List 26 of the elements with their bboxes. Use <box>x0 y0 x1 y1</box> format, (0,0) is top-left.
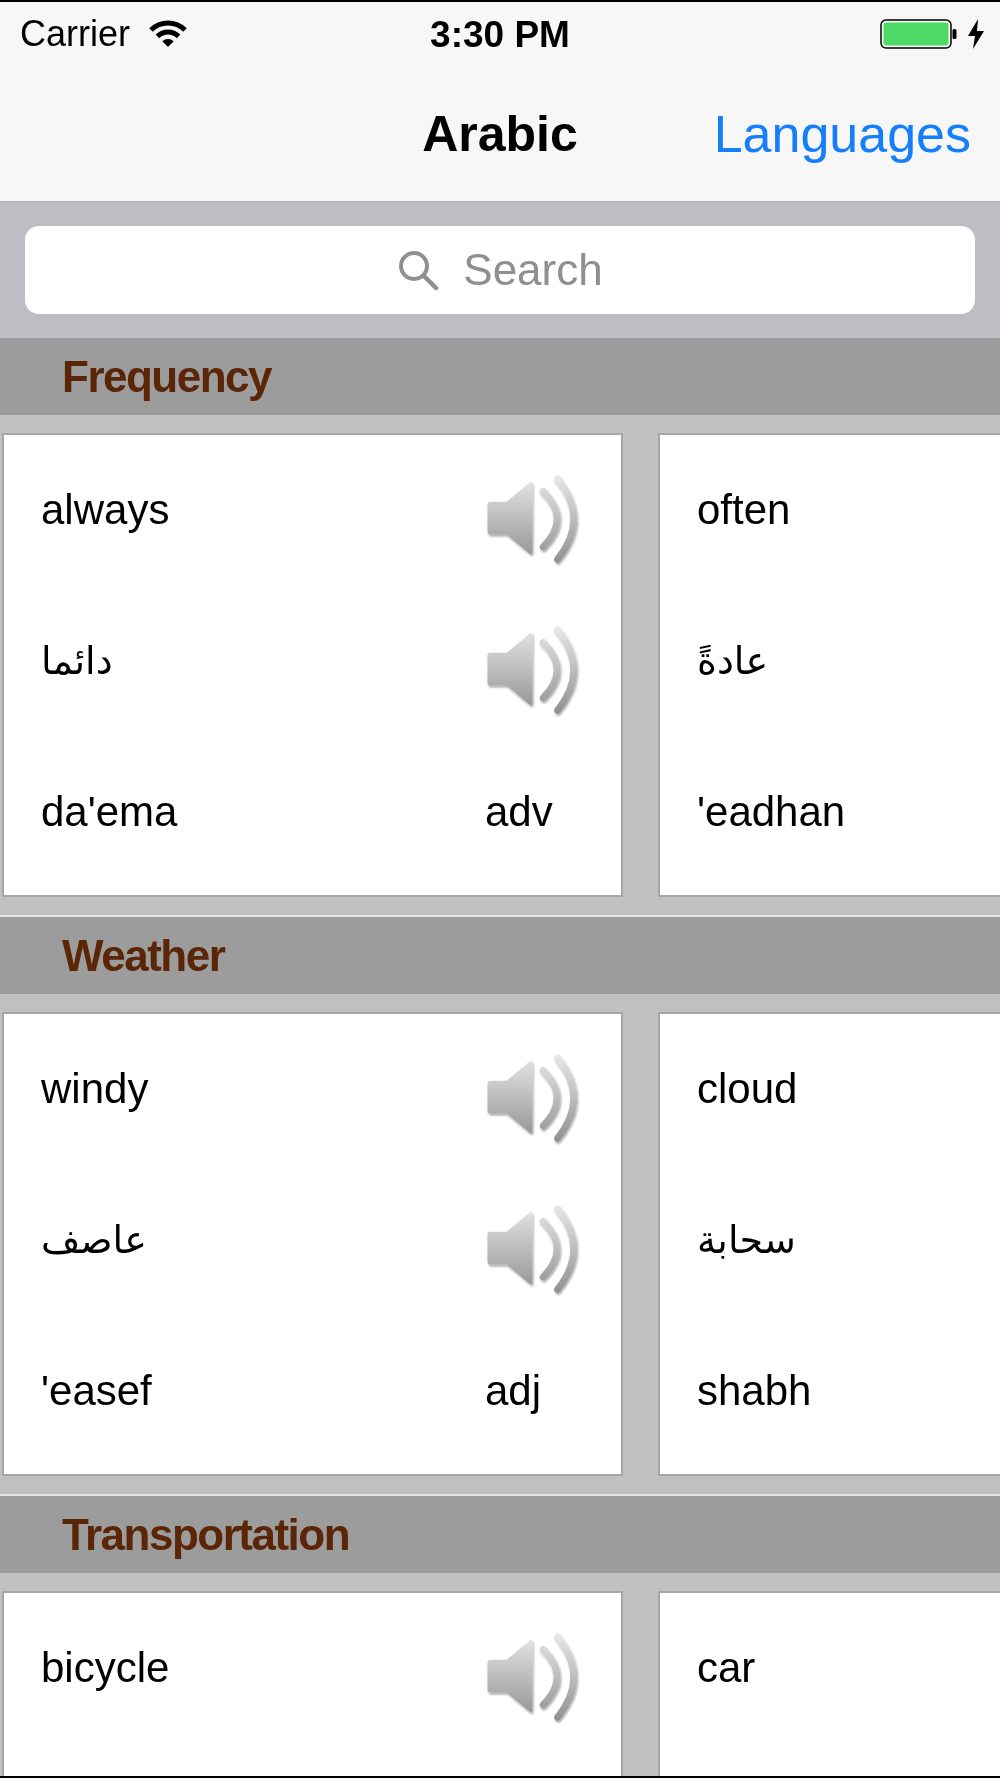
part-of-speech: adj <box>485 1366 542 1417</box>
arabic-word: عادةً <box>697 637 769 685</box>
transliteration: shabh <box>697 1366 812 1417</box>
section-header: Frequency <box>0 338 1000 415</box>
english-word: always <box>41 485 170 536</box>
part-of-speech: adv <box>485 787 553 838</box>
battery-icon <box>880 19 958 49</box>
transliteration: da'ema <box>41 787 178 838</box>
nav-title: Arabic <box>422 108 578 159</box>
english-word: car <box>697 1643 756 1694</box>
arabic-word: عاصف <box>41 1216 147 1264</box>
search-icon <box>397 249 439 291</box>
english-word: cloud <box>697 1064 798 1115</box>
english-word: windy <box>41 1064 149 1115</box>
transliteration: 'easef <box>41 1366 152 1417</box>
section-header: Weather <box>0 915 1000 994</box>
section-header: Transportation <box>0 1494 1000 1573</box>
carrier-label: Carrier <box>20 16 130 52</box>
arabic-word: دائما <box>41 637 113 685</box>
time-label: 3:30 PM <box>430 15 570 53</box>
search-field[interactable]: Search <box>25 226 975 314</box>
transliteration: 'eadhan <box>697 787 846 838</box>
english-word: bicycle <box>41 1643 170 1694</box>
wifi-icon <box>149 19 187 49</box>
arabic-word: سحابة <box>697 1216 796 1264</box>
english-word: often <box>697 485 791 536</box>
